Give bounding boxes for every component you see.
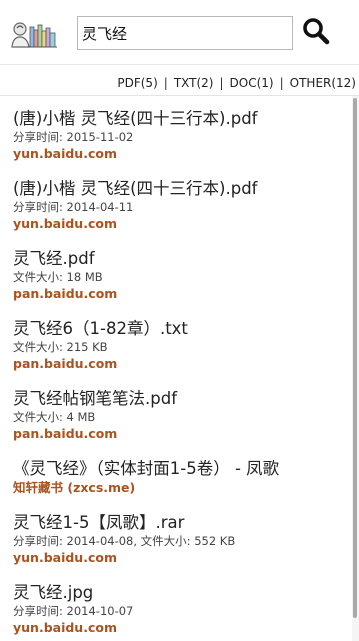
filter-separator: | [279,76,284,90]
result-title[interactable]: 灵飞经.jpg [13,570,352,603]
result-item: 《灵飞经》（实体封面1-5卷） - 凤歌 知轩藏书 (zxcs.me) [0,446,352,500]
results-scrollbar[interactable] [352,96,359,641]
result-meta: 文件大小: 4 MB [13,410,96,424]
result-meta: 文件大小: 215 KB [13,340,108,354]
result-source-link[interactable]: yun.baidu.com [13,145,352,162]
filter-pdf[interactable]: PDF(5) [117,76,157,90]
result-source-link[interactable]: yun.baidu.com [13,619,352,636]
result-source-link[interactable]: pan.baidu.com [13,425,352,442]
result-title[interactable]: (唐)小楷 灵飞经(四十三行本).pdf [13,166,352,199]
filter-txt[interactable]: TXT(2) [174,76,214,90]
results-list: (唐)小楷 灵飞经(四十三行本).pdf 分享时间: 2015-11-02 yu… [0,96,352,641]
result-source-link[interactable]: 知轩藏书 (zxcs.me) [13,479,352,496]
file-type-filters: PDF(5) | TXT(2) | DOC(1) | OTHER(12) [0,74,359,94]
result-meta: 分享时间: 2015-11-02 [13,130,134,144]
filter-separator: | [163,76,168,90]
scrollbar-thumb[interactable] [353,98,357,618]
result-item: 灵飞经.pdf 文件大小: 18 MB pan.baidu.com [0,236,352,306]
site-logo[interactable] [10,19,58,49]
result-title[interactable]: 灵飞经帖钢笔笔法.pdf [13,376,352,409]
result-title[interactable]: (唐)小楷 灵飞经(四十三行本).pdf [13,96,352,129]
result-item: (唐)小楷 灵飞经(四十三行本).pdf 分享时间: 2015-11-02 yu… [0,96,352,166]
result-title[interactable]: 《灵飞经》（实体封面1-5卷） - 凤歌 [13,446,352,479]
result-title[interactable]: 灵飞经6（1-82章）.txt [13,306,352,339]
search-input[interactable] [77,16,293,50]
filter-separator: | [219,76,224,90]
result-meta: 分享时间: 2014-10-07 [13,604,134,618]
result-title[interactable]: 灵飞经.pdf [13,236,352,269]
header-divider [0,64,359,65]
result-item: (唐)小楷 灵飞经(四十三行本).pdf 分享时间: 2014-04-11 yu… [0,166,352,236]
result-item: 灵飞经帖钢笔笔法.pdf 文件大小: 4 MB pan.baidu.com [0,376,352,446]
result-item: 灵飞经.jpg 分享时间: 2014-10-07 yun.baidu.com [0,570,352,640]
result-meta: 分享时间: 2014-04-11 [13,200,134,214]
result-source-link[interactable]: pan.baidu.com [13,355,352,372]
filter-doc[interactable]: DOC(1) [230,76,274,90]
result-title[interactable]: 灵飞经1-5【凤歌】.rar [13,500,352,533]
result-meta: 分享时间: 2014-04-08, 文件大小: 552 KB [13,534,236,548]
header [0,0,359,64]
result-source-link[interactable]: yun.baidu.com [13,549,352,566]
filter-other[interactable]: OTHER(12) [290,76,356,90]
result-meta: 文件大小: 18 MB [13,270,103,284]
result-item: 灵飞经6（1-82章）.txt 文件大小: 215 KB pan.baidu.c… [0,306,352,376]
search-icon[interactable] [301,16,331,46]
result-source-link[interactable]: yun.baidu.com [13,215,352,232]
result-item: 灵飞经1-5【凤歌】.rar 分享时间: 2014-04-08, 文件大小: 5… [0,500,352,570]
result-source-link[interactable]: pan.baidu.com [13,285,352,302]
